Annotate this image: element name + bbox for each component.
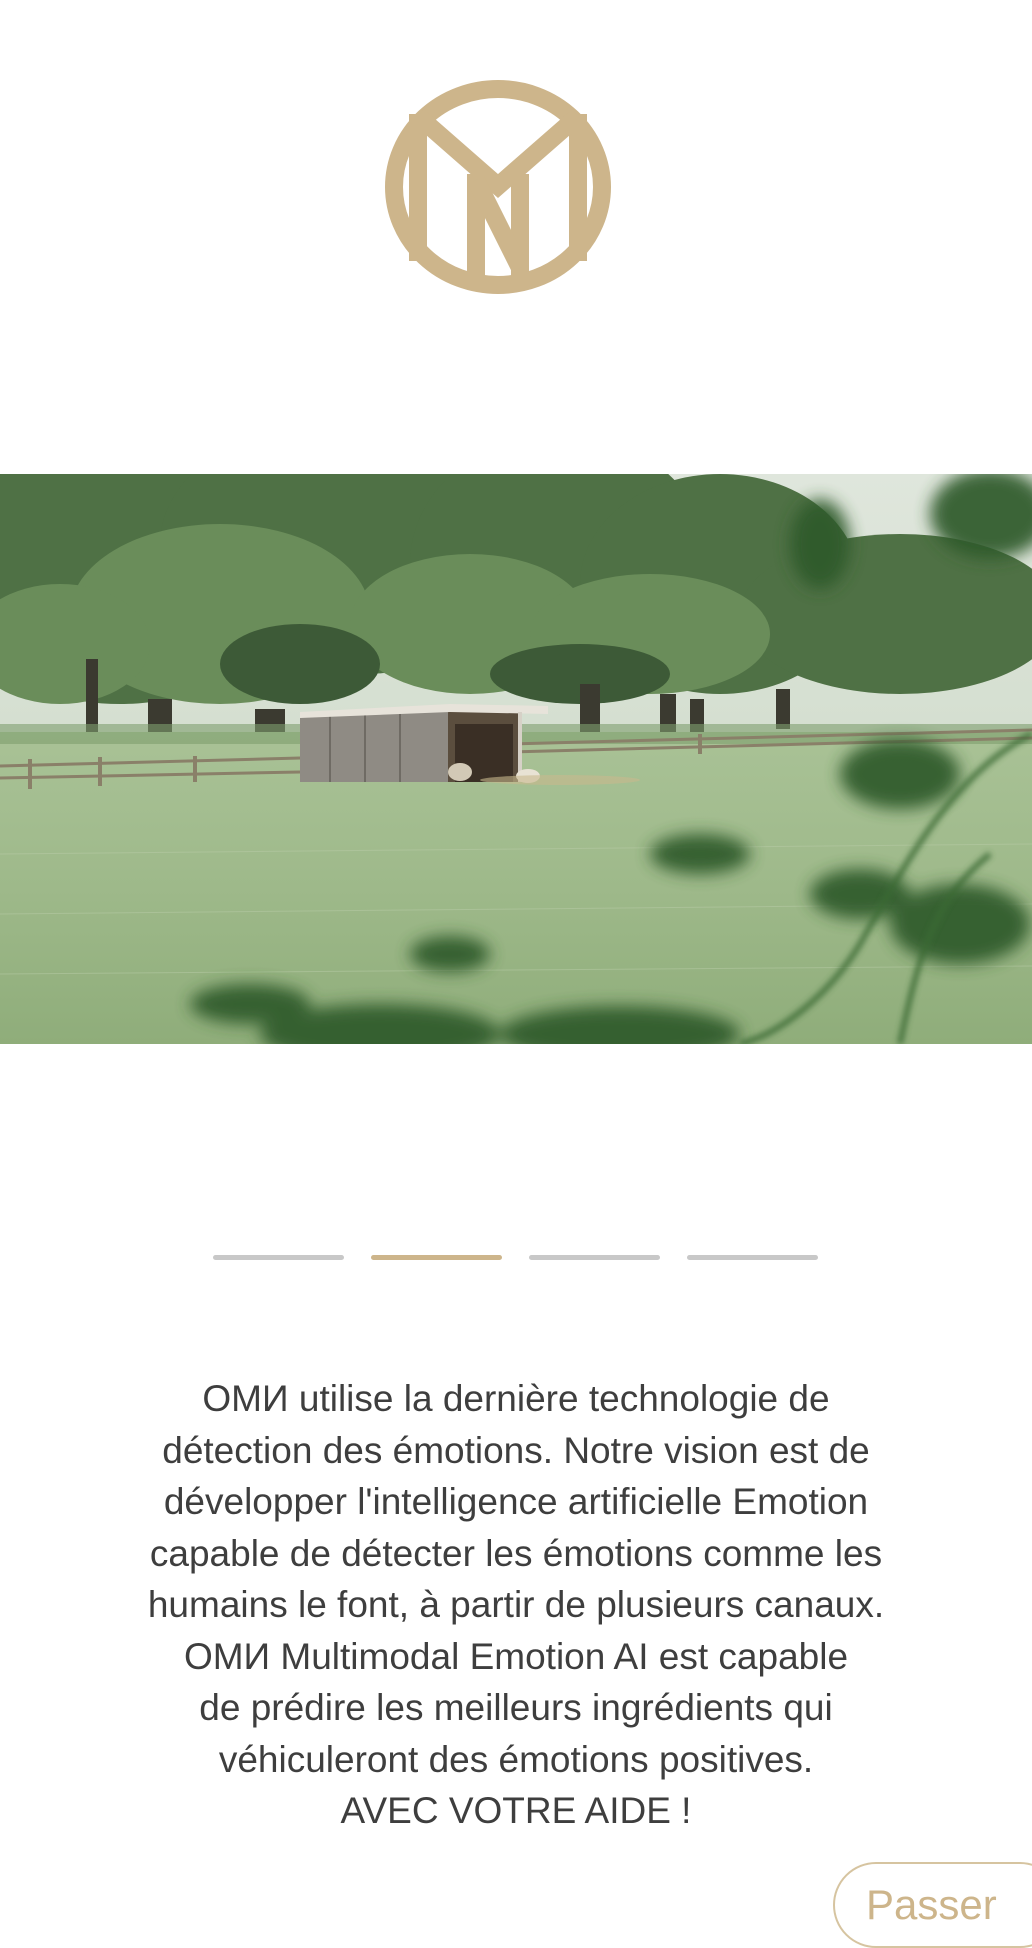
pager-indicator-2-active[interactable] <box>371 1255 502 1260</box>
description-line: développer l'intelligence artificielle E… <box>163 1481 869 1522</box>
onboarding-description: ОМИ utilise la dernière technologie de d… <box>60 1373 972 1837</box>
omi-logo-icon <box>380 76 616 298</box>
description-line: humains le font, à partir de plusieurs c… <box>147 1584 885 1625</box>
skip-button[interactable]: Passer <box>833 1862 1032 1948</box>
onboarding-pager <box>0 1255 1032 1261</box>
description-line: ОМИ utilise la dernière technologie de <box>202 1378 830 1419</box>
description-line: capable de détecter les émotions comme l… <box>149 1532 883 1574</box>
skip-button-label: Passer <box>866 1881 997 1928</box>
description-line: de prédire les meilleurs ingrédients qui <box>199 1687 833 1728</box>
pager-indicator-3[interactable] <box>529 1255 660 1260</box>
description-line: AVEC VOTRE AIDE ! <box>340 1790 692 1831</box>
pager-indicator-4[interactable] <box>687 1255 818 1260</box>
description-line: ОМИ Multimodal Emotion AI est capable <box>183 1635 849 1677</box>
description-line: véhiculeront des émotions positives. <box>218 1738 814 1780</box>
hero-image <box>0 474 1032 1044</box>
description-line: détection des émotions. Notre vision est… <box>162 1429 870 1471</box>
pager-indicator-1[interactable] <box>213 1255 344 1260</box>
